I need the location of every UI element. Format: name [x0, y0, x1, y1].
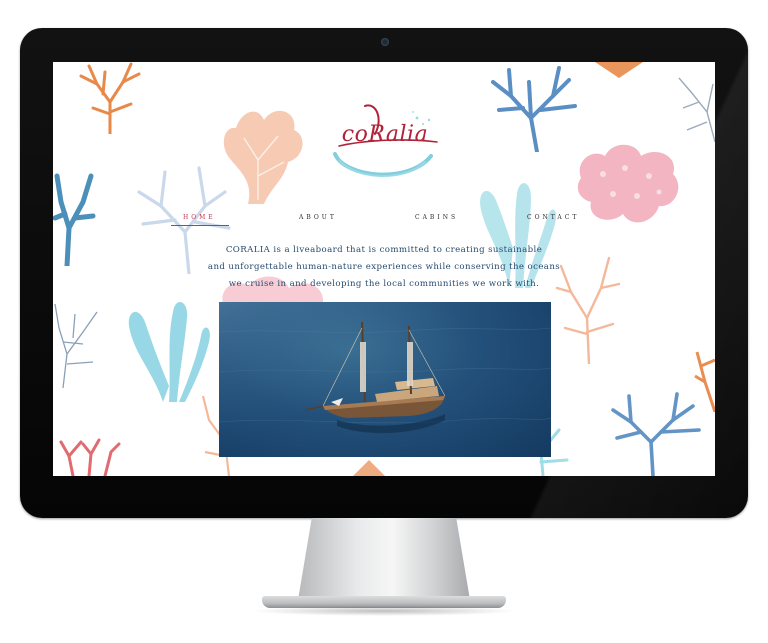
monitor-shadow — [250, 606, 518, 616]
main-nav: HOME ABOUT CABINS CONTACT — [163, 214, 603, 230]
mockup-stage: coRalia HOME ABOUT CABINS CONTACT CORALI… — [0, 0, 768, 643]
monitor-frame: coRalia HOME ABOUT CABINS CONTACT CORALI… — [20, 28, 748, 518]
intro-line-1: CORALIA is a liveaboard that is committe… — [225, 245, 543, 255]
website-screen: coRalia HOME ABOUT CABINS CONTACT CORALI… — [53, 62, 715, 476]
coral-gray-left-icon — [54, 303, 98, 388]
coral-orange-bottom-icon — [353, 460, 385, 476]
coral-red-bottom-left-icon — [59, 438, 121, 476]
camera-icon — [381, 38, 389, 46]
site-logo[interactable]: coRalia — [325, 100, 445, 186]
coral-blue-left-icon — [53, 173, 96, 266]
coral-gray-right-icon — [678, 77, 715, 142]
coral-blue-bottom-right-icon — [611, 392, 701, 476]
hero-photo — [219, 302, 551, 457]
monitor-stand — [298, 518, 470, 600]
boat-on-ocean-image — [219, 302, 551, 457]
nav-contact[interactable]: CONTACT — [527, 214, 579, 221]
intro-paragraph: CORALIA is a liveaboard that is committe… — [201, 242, 567, 293]
coral-blue-top-icon — [491, 66, 577, 152]
logo-wordmark: coRalia — [341, 122, 429, 147]
intro-line-3: we cruise in and developing the local co… — [228, 279, 540, 289]
nav-home[interactable]: HOME — [183, 214, 216, 221]
intro-line-2: and unforgettable human-nature experienc… — [207, 262, 561, 272]
nav-active-underline — [171, 225, 229, 226]
nav-cabins[interactable]: CABINS — [415, 214, 458, 221]
coral-teal-left-icon — [128, 301, 210, 402]
nav-about[interactable]: ABOUT — [299, 214, 337, 221]
coral-orange-top-left-icon — [79, 62, 141, 134]
coral-orange-top-right-icon — [595, 62, 643, 78]
